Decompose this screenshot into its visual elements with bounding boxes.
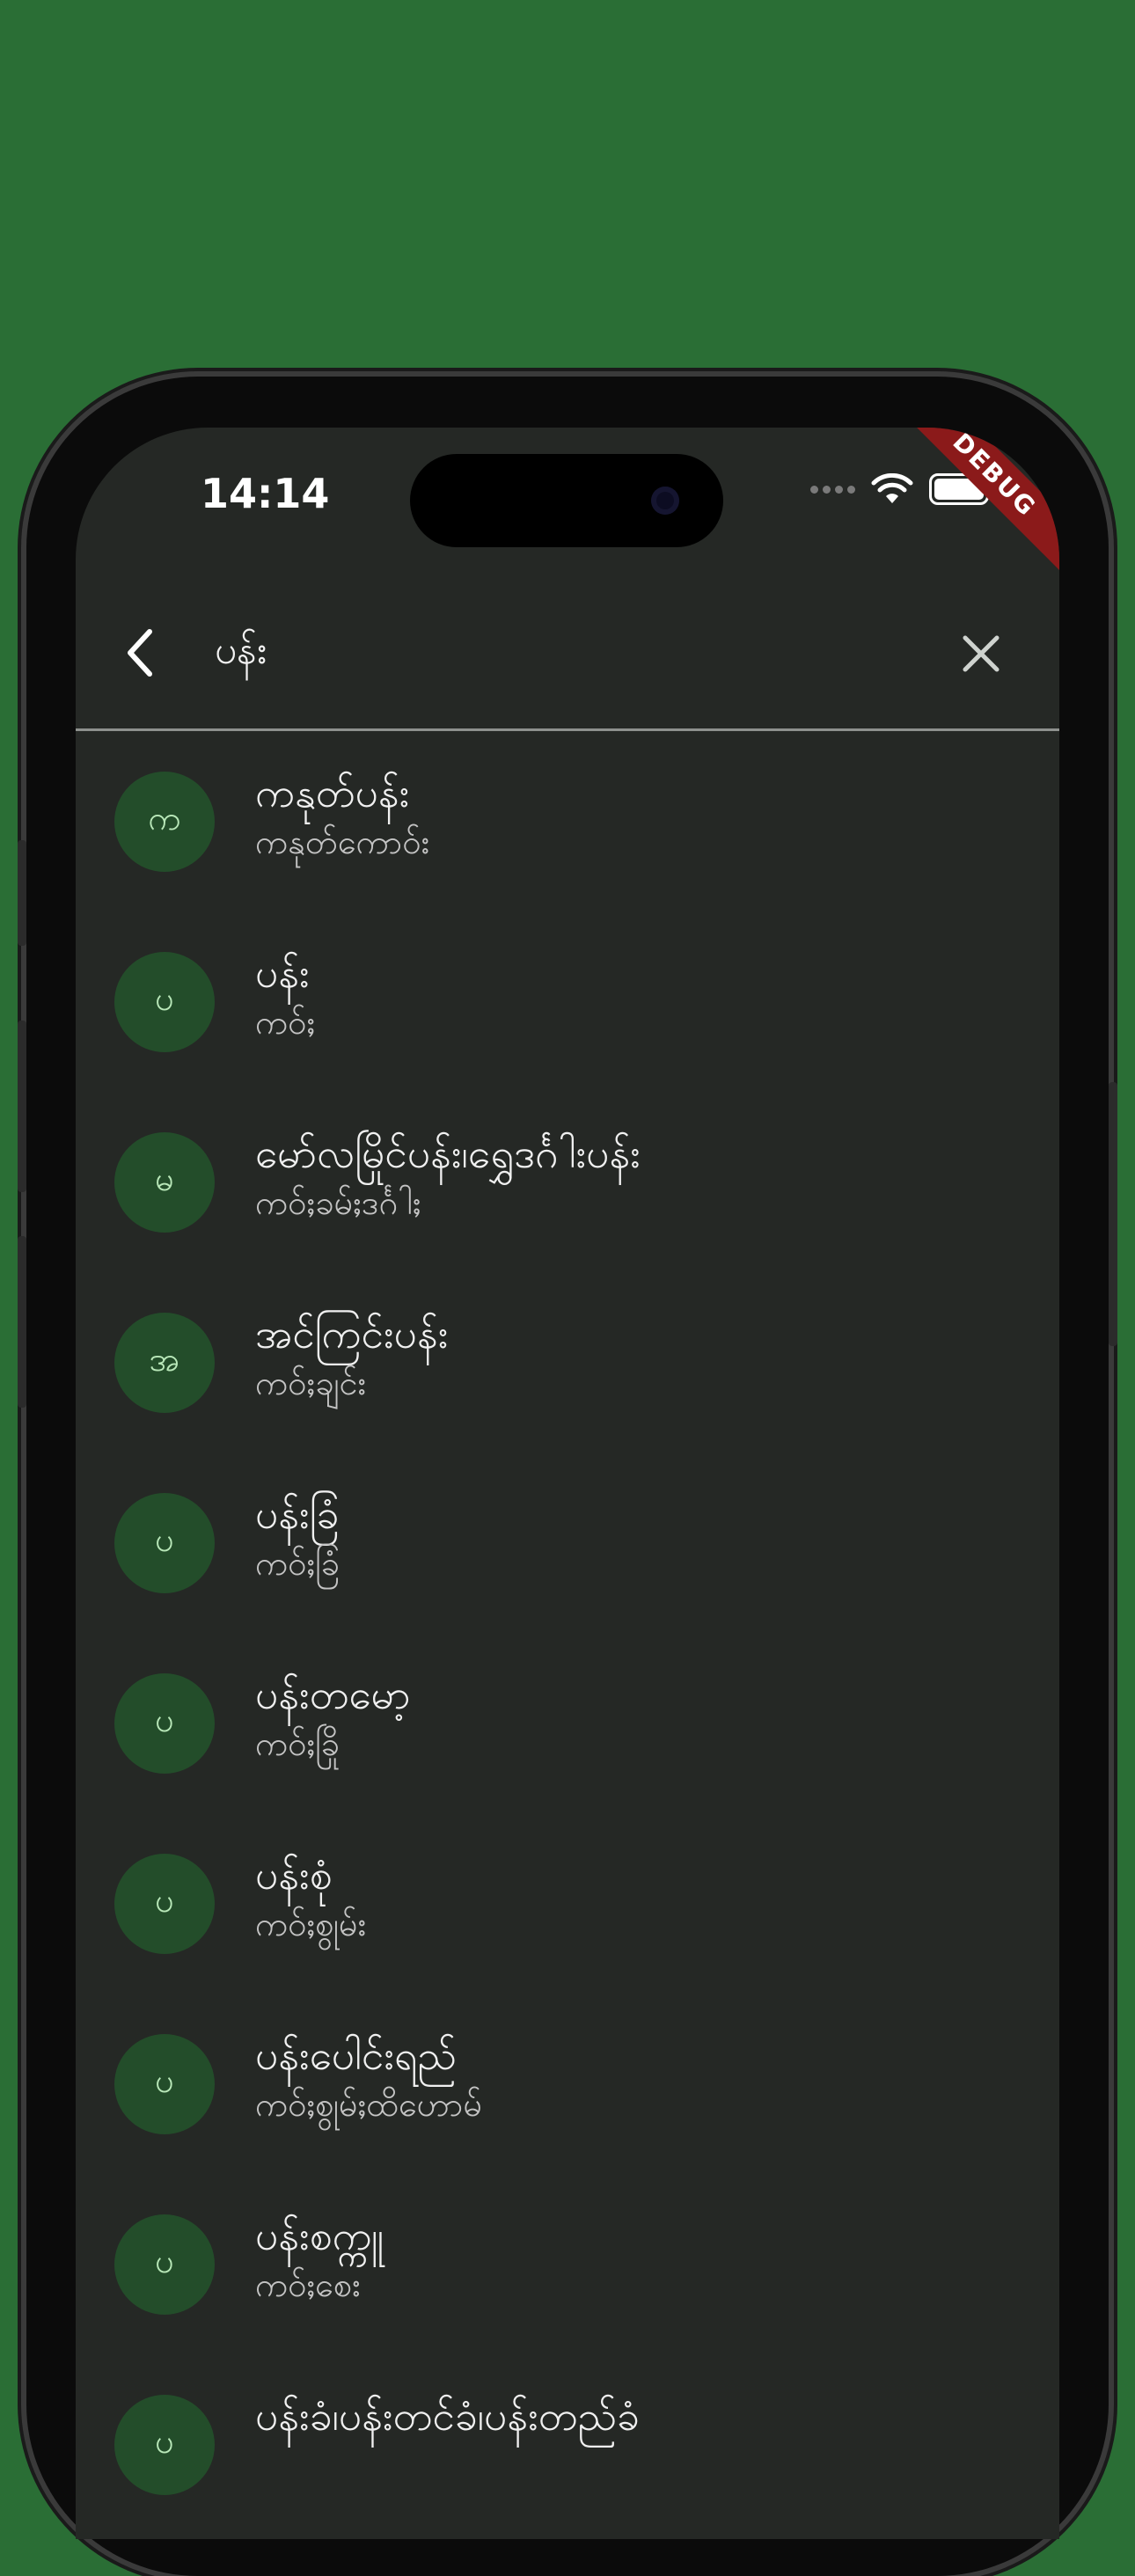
list-item[interactable]: ပ ပန်းတမော့ ကဝ်ႈခြို — [76, 1633, 1059, 1813]
status-icons — [810, 473, 994, 505]
item-title: မော်လမြိုင်ပန်း၊ရွှေဒင်္ဂါးပန်း — [255, 1130, 641, 1177]
app-screen: 14:14 DEBUG ပန်း က ကနုတ်ပန်း ကနုတ်ကောဝ်း… — [76, 428, 1059, 2539]
list-item[interactable]: ပ ပန်းစက္ကူ ကဝ်ႈစေး — [76, 2174, 1059, 2354]
item-title: ပန်းပေါင်းရည် — [255, 2031, 457, 2079]
item-subtitle: ကဝ်ႈ — [255, 1003, 316, 1042]
item-title: ပန်းခံ၊ပန်းတင်ခံ၊ပန်းတည်ခံ — [255, 2392, 640, 2440]
item-subtitle: ကဝ်ႈခမ်ႈဒင်္ဂါႈ — [255, 1183, 421, 1222]
side-button-volume-up — [18, 1021, 26, 1192]
search-bar: ပန်း — [76, 577, 1059, 728]
side-button-action — [18, 840, 26, 946]
avatar: ပ — [114, 1673, 215, 1774]
avatar: ပ — [114, 1493, 215, 1593]
item-title: ပန်းစုံ — [255, 1851, 333, 1899]
list-item[interactable]: ပ ပန်းပေါင်းရည် ကဝ်ႈစွုမ်ႈထိဟောမ် — [76, 1994, 1059, 2174]
avatar: အ — [114, 1313, 215, 1413]
item-title: ပန်းတမော့ — [255, 1671, 411, 1718]
item-subtitle: ကဝ်ႈခြို — [255, 1724, 340, 1763]
item-subtitle: ကဝ်ႈစွုမ်ႈထိဟောမ် — [255, 2085, 483, 2124]
close-icon — [963, 635, 1000, 672]
status-time: 14:14 — [201, 470, 330, 517]
cellular-dots-icon — [810, 485, 855, 494]
item-title: ပန်းစက္ကူ — [255, 2212, 384, 2259]
avatar: ပ — [114, 2214, 215, 2315]
clear-search-button[interactable] — [954, 626, 1008, 681]
item-title: ပန်းခြံ — [255, 1490, 340, 1538]
item-title: အင်ကြင်းပန်း — [255, 1310, 449, 1358]
avatar: မ — [114, 1132, 215, 1233]
item-subtitle: ကဝ်ႈချင်း — [255, 1364, 367, 1402]
item-subtitle: ကဝ်ႈစေး — [255, 2265, 361, 2304]
avatar: ပ — [114, 1854, 215, 1954]
avatar: က — [114, 772, 215, 872]
item-title: ပန်း — [255, 949, 310, 997]
avatar: ပ — [114, 2395, 215, 2495]
item-subtitle: ကဝ်ႈခြံ — [255, 1544, 340, 1583]
camera-icon — [651, 487, 679, 515]
results-list: က ကနုတ်ပန်း ကနုတ်ကောဝ်း ပ ပန်း ကဝ်ႈ မ မေ… — [76, 731, 1059, 2535]
item-subtitle: ကနုတ်ကောဝ်း — [255, 823, 430, 861]
list-item[interactable]: ပ ပန်း ကဝ်ႈ — [76, 911, 1059, 1092]
avatar: ပ — [114, 2034, 215, 2134]
item-title: ကနုတ်ပန်း — [255, 769, 410, 816]
item-subtitle: ကဝ်ႈစွုမ်း — [255, 1905, 367, 1943]
search-input[interactable]: ပန်း — [215, 623, 267, 679]
chevron-left-icon — [128, 629, 152, 677]
list-item[interactable]: မ မော်လမြိုင်ပန်း၊ရွှေဒင်္ဂါးပန်း ကဝ်ႈခမ… — [76, 1092, 1059, 1272]
back-button[interactable] — [109, 621, 172, 684]
side-button-volume-down — [18, 1236, 26, 1408]
list-item[interactable]: က ကနုတ်ပန်း ကနုတ်ကောဝ်း — [76, 731, 1059, 911]
avatar: ပ — [114, 952, 215, 1052]
wifi-icon — [871, 473, 913, 503]
dynamic-island — [410, 454, 723, 547]
list-item[interactable]: အ အင်ကြင်းပန်း ကဝ်ႈချင်း — [76, 1272, 1059, 1453]
side-button-power — [1109, 1082, 1117, 1346]
list-item[interactable]: ပ ပန်းခြံ ကဝ်ႈခြံ — [76, 1453, 1059, 1633]
list-item[interactable]: ပ ပန်းခံ၊ပန်းတင်ခံ၊ပန်းတည်ခံ — [76, 2354, 1059, 2535]
list-item[interactable]: ပ ပန်းစုံ ကဝ်ႈစွုမ်း — [76, 1813, 1059, 1994]
